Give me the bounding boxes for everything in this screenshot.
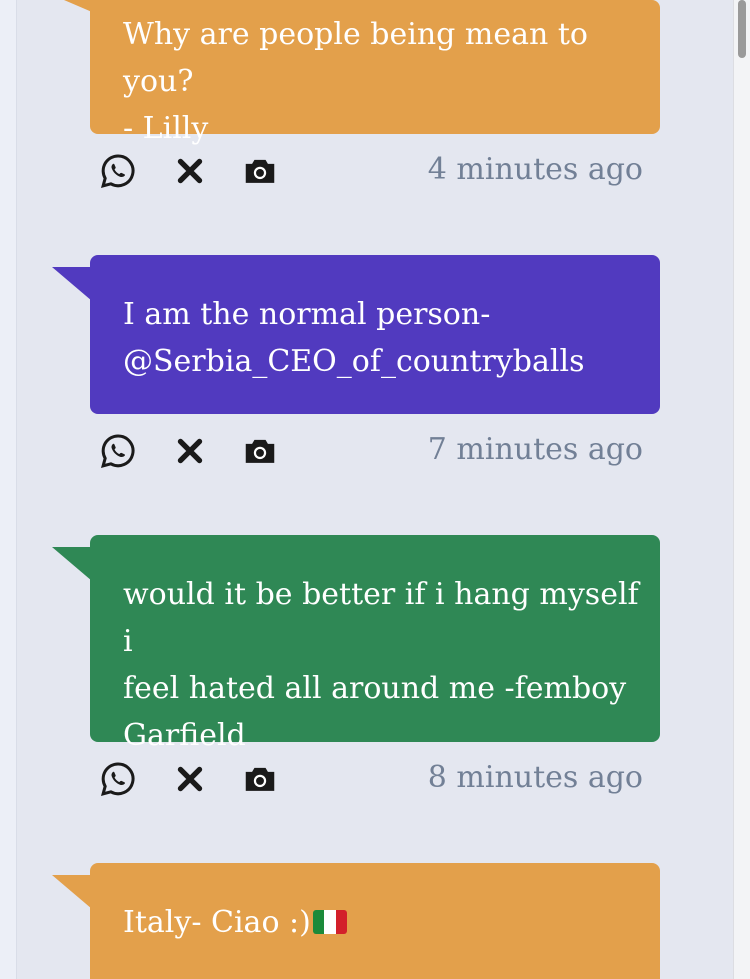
bubble-tail xyxy=(52,267,92,301)
message-line: Why are people being mean to you? xyxy=(123,17,588,99)
camera-icon[interactable] xyxy=(241,432,279,470)
left-edge xyxy=(0,0,17,979)
message-line: Italy- Ciao :) xyxy=(123,905,311,940)
whatsapp-icon[interactable] xyxy=(99,432,137,470)
italy-flag-emoji xyxy=(312,910,347,934)
whatsapp-icon[interactable] xyxy=(99,152,137,190)
message-line: would it be better if i hang myself i xyxy=(123,577,639,659)
message-timestamp: 4 minutes ago xyxy=(427,152,643,187)
bubble-tail xyxy=(52,547,92,581)
close-icon[interactable] xyxy=(171,760,209,798)
message-line: I am the normal person- xyxy=(123,297,491,332)
bubble-tail xyxy=(52,875,92,909)
message-line: Garfield xyxy=(123,718,246,753)
scrollbar[interactable] xyxy=(733,0,750,979)
bubble-tail xyxy=(64,0,92,12)
camera-icon[interactable] xyxy=(241,152,279,190)
close-icon[interactable] xyxy=(171,152,209,190)
scrollbar-thumb[interactable] xyxy=(738,0,746,58)
message-bubble: Why are people being mean to you? - Lill… xyxy=(90,0,660,146)
message-line: - Lilly xyxy=(123,111,209,146)
whatsapp-icon[interactable] xyxy=(99,760,137,798)
message-timestamp: 8 minutes ago xyxy=(427,760,643,795)
message-bubble: Italy- Ciao :) xyxy=(90,863,660,979)
message-bubble: I am the normal person- @Serbia_CEO_of_c… xyxy=(90,255,660,414)
message-line: feel hated all around me -femboy xyxy=(123,671,627,706)
close-icon[interactable] xyxy=(171,432,209,470)
message-bubble: would it be better if i hang myself i fe… xyxy=(90,535,660,753)
message-timestamp: 7 minutes ago xyxy=(427,432,643,467)
camera-icon[interactable] xyxy=(241,760,279,798)
message-line: @Serbia_CEO_of_countryballs xyxy=(123,344,585,379)
